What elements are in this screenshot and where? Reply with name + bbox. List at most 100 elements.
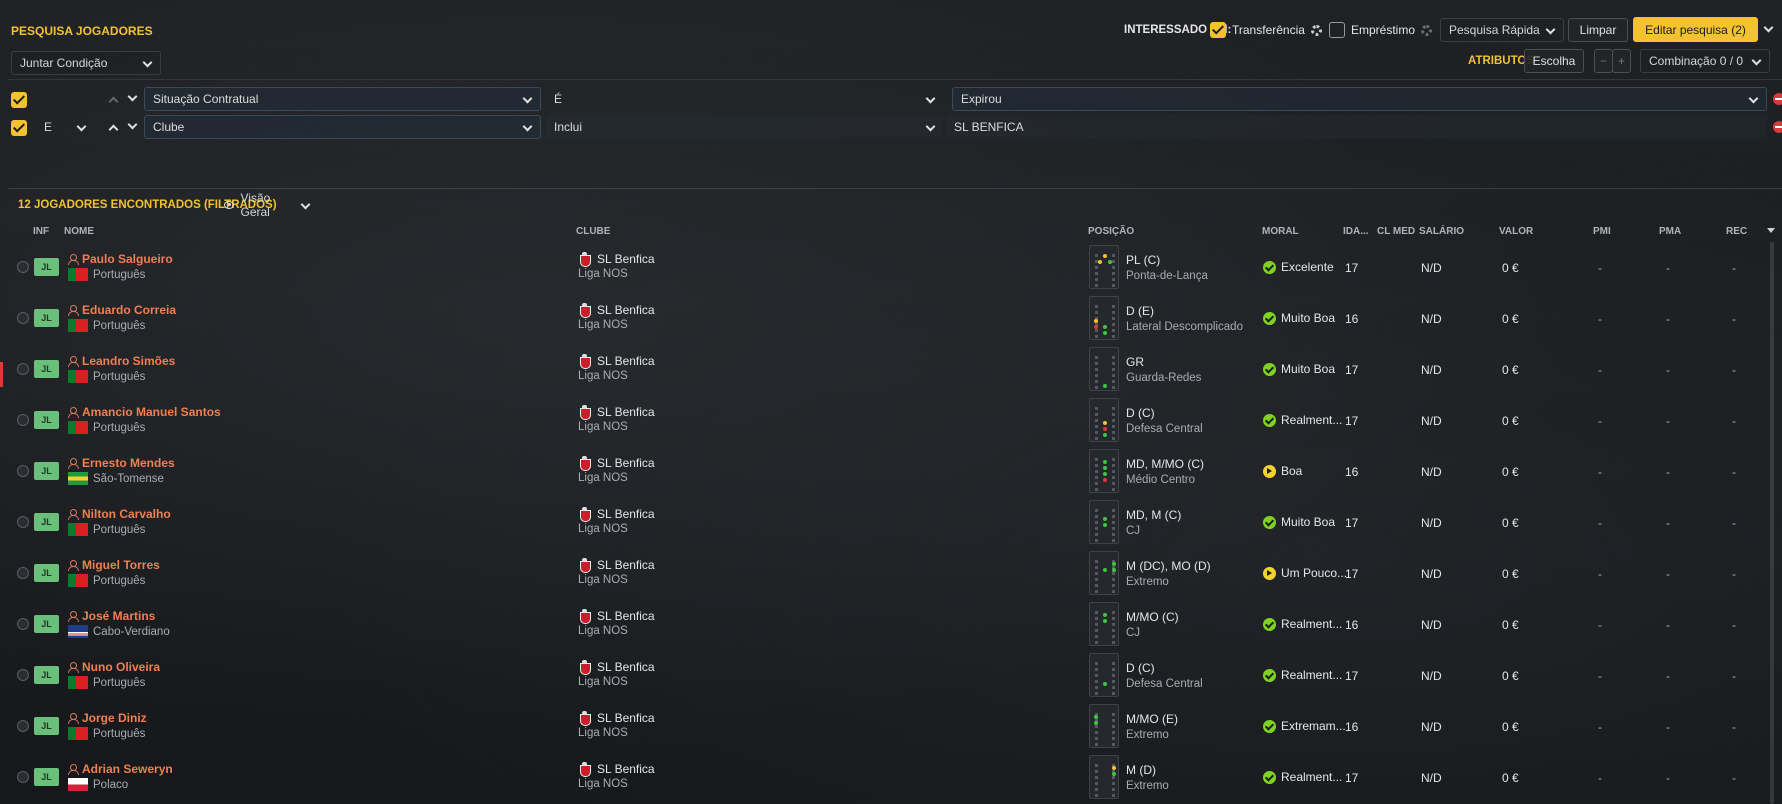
row-select-radio[interactable] (17, 720, 29, 732)
column-header-rec[interactable]: REC (1726, 226, 1747, 237)
join-condition-dropdown[interactable]: Juntar Condição (11, 51, 161, 75)
player-club[interactable]: SL Benfica (597, 711, 655, 725)
player-name[interactable]: Eduardo Correia (82, 303, 176, 317)
scout-info-icon[interactable]: JL (34, 666, 59, 684)
quick-search-dropdown[interactable]: Pesquisa Rápida (1440, 18, 1564, 42)
table-row[interactable]: JL Leandro Simões Português SL Benfica L… (0, 344, 1782, 395)
scout-info-icon[interactable]: JL (34, 411, 59, 429)
row-select-radio[interactable] (17, 465, 29, 477)
scout-info-icon[interactable]: JL (34, 513, 59, 531)
column-header-morale[interactable]: MORAL (1262, 226, 1299, 237)
player-name[interactable]: Leandro Simões (82, 354, 175, 368)
scout-info-icon[interactable]: JL (34, 717, 59, 735)
player-club[interactable]: SL Benfica (597, 558, 655, 572)
player-club[interactable]: SL Benfica (597, 456, 655, 470)
column-header-cl-med[interactable]: CL MED (1377, 226, 1415, 237)
player-name[interactable]: Nilton Carvalho (82, 507, 171, 521)
edit-search-button[interactable]: Editar pesquisa (2) (1633, 17, 1758, 42)
player-name[interactable]: Ernesto Mendes (82, 456, 175, 470)
player-league[interactable]: Liga NOS (578, 523, 655, 535)
player-league[interactable]: Liga NOS (578, 370, 655, 382)
edit-search-chevron[interactable] (1763, 22, 1773, 36)
sort-arrow-icon[interactable] (1767, 228, 1775, 233)
row-select-radio[interactable] (17, 414, 29, 426)
column-header-club[interactable]: CLUBE (576, 226, 610, 237)
player-league[interactable]: Liga NOS (578, 421, 655, 433)
player-name[interactable]: Amancio Manuel Santos (82, 405, 221, 419)
table-row[interactable]: JL Eduardo Correia Português SL Benfica … (0, 293, 1782, 344)
gear-icon[interactable] (1421, 24, 1433, 36)
player-league[interactable]: Liga NOS (578, 472, 655, 484)
table-row[interactable]: JL Adrian Seweryn Polaco SL Benfica Liga… (0, 752, 1782, 803)
player-club[interactable]: SL Benfica (597, 303, 655, 317)
filter-field-select[interactable]: Clube (144, 115, 541, 139)
table-row[interactable]: JL Jorge Diniz Português SL Benfica Liga… (0, 701, 1782, 752)
column-header-value[interactable]: VALOR (1499, 226, 1533, 237)
table-row[interactable]: JL Miguel Torres Português SL Benfica Li… (0, 548, 1782, 599)
column-header-inf[interactable]: INF (33, 226, 49, 237)
filter-field-select[interactable]: Situação Contratual (144, 87, 541, 111)
filter-value-input[interactable]: SL BENFICA (946, 115, 1767, 139)
add-attribute-button[interactable]: + (1612, 49, 1631, 73)
player-league[interactable]: Liga NOS (578, 778, 655, 790)
player-name[interactable]: Miguel Torres (82, 558, 160, 572)
player-club[interactable]: SL Benfica (597, 252, 655, 266)
player-club[interactable]: SL Benfica (597, 660, 655, 674)
scout-info-icon[interactable]: JL (34, 462, 59, 480)
scrollbar-thumb[interactable] (1770, 242, 1774, 804)
transfer-checkbox[interactable] (1210, 22, 1226, 38)
column-header-pma[interactable]: PMA (1659, 226, 1681, 237)
row-select-radio[interactable] (17, 567, 29, 579)
row-select-radio[interactable] (17, 312, 29, 324)
player-club[interactable]: SL Benfica (597, 762, 655, 776)
table-row[interactable]: JL Paulo Salgueiro Português SL Benfica … (0, 242, 1782, 293)
column-header-name[interactable]: NOME (64, 226, 94, 237)
player-league[interactable]: Liga NOS (578, 574, 655, 586)
move-up-icon[interactable] (108, 122, 118, 132)
gear-icon[interactable] (1310, 24, 1322, 36)
table-row[interactable]: JL Amancio Manuel Santos Português SL Be… (0, 395, 1782, 446)
player-club[interactable]: SL Benfica (597, 609, 655, 623)
filter-operator-select[interactable]: Inclui (546, 115, 943, 139)
player-club[interactable]: SL Benfica (597, 354, 655, 368)
row-select-radio[interactable] (17, 261, 29, 273)
move-up-icon[interactable] (108, 94, 118, 104)
filter-operator-select[interactable]: É (546, 87, 943, 111)
loan-checkbox[interactable] (1329, 22, 1345, 38)
row-select-radio[interactable] (17, 516, 29, 528)
filter-enabled-checkbox[interactable] (11, 92, 27, 108)
player-league[interactable]: Liga NOS (578, 319, 655, 331)
column-header-age[interactable]: IDA... (1343, 226, 1369, 237)
table-row[interactable]: JL Nilton Carvalho Português SL Benfica … (0, 497, 1782, 548)
scout-info-icon[interactable]: JL (34, 360, 59, 378)
table-row[interactable]: JL Nuno Oliveira Português SL Benfica Li… (0, 650, 1782, 701)
table-row[interactable]: JL José Martins Cabo-Verdiano SL Benfica… (0, 599, 1782, 650)
scout-info-icon[interactable]: JL (34, 768, 59, 786)
player-name[interactable]: Paulo Salgueiro (82, 252, 173, 266)
scout-info-icon[interactable]: JL (34, 309, 59, 327)
clear-button[interactable]: Limpar (1568, 18, 1628, 42)
row-select-radio[interactable] (17, 669, 29, 681)
row-select-radio[interactable] (17, 618, 29, 630)
scout-info-icon[interactable]: JL (34, 615, 59, 633)
move-down-icon[interactable] (127, 120, 137, 130)
transfer-toggle[interactable]: Transferência (1210, 22, 1322, 38)
move-down-icon[interactable] (127, 92, 137, 102)
player-league[interactable]: Liga NOS (578, 676, 655, 688)
player-league[interactable]: Liga NOS (578, 268, 655, 280)
player-club[interactable]: SL Benfica (597, 507, 655, 521)
column-header-pmi[interactable]: PMI (1593, 226, 1611, 237)
filter-join-select[interactable]: E (36, 115, 94, 139)
remove-filter-icon[interactable] (1773, 93, 1782, 105)
column-header-position[interactable]: POSIÇÃO (1088, 226, 1134, 237)
remove-attribute-button[interactable]: − (1594, 49, 1613, 73)
player-league[interactable]: Liga NOS (578, 625, 655, 637)
player-club[interactable]: SL Benfica (597, 405, 655, 419)
filter-enabled-checkbox[interactable] (11, 120, 27, 136)
scout-info-icon[interactable]: JL (34, 258, 59, 276)
player-league[interactable]: Liga NOS (578, 727, 655, 739)
player-name[interactable]: Nuno Oliveira (82, 660, 160, 674)
scout-info-icon[interactable]: JL (34, 564, 59, 582)
player-name[interactable]: José Martins (82, 609, 155, 623)
column-header-salary[interactable]: SALÁRIO (1419, 226, 1464, 237)
